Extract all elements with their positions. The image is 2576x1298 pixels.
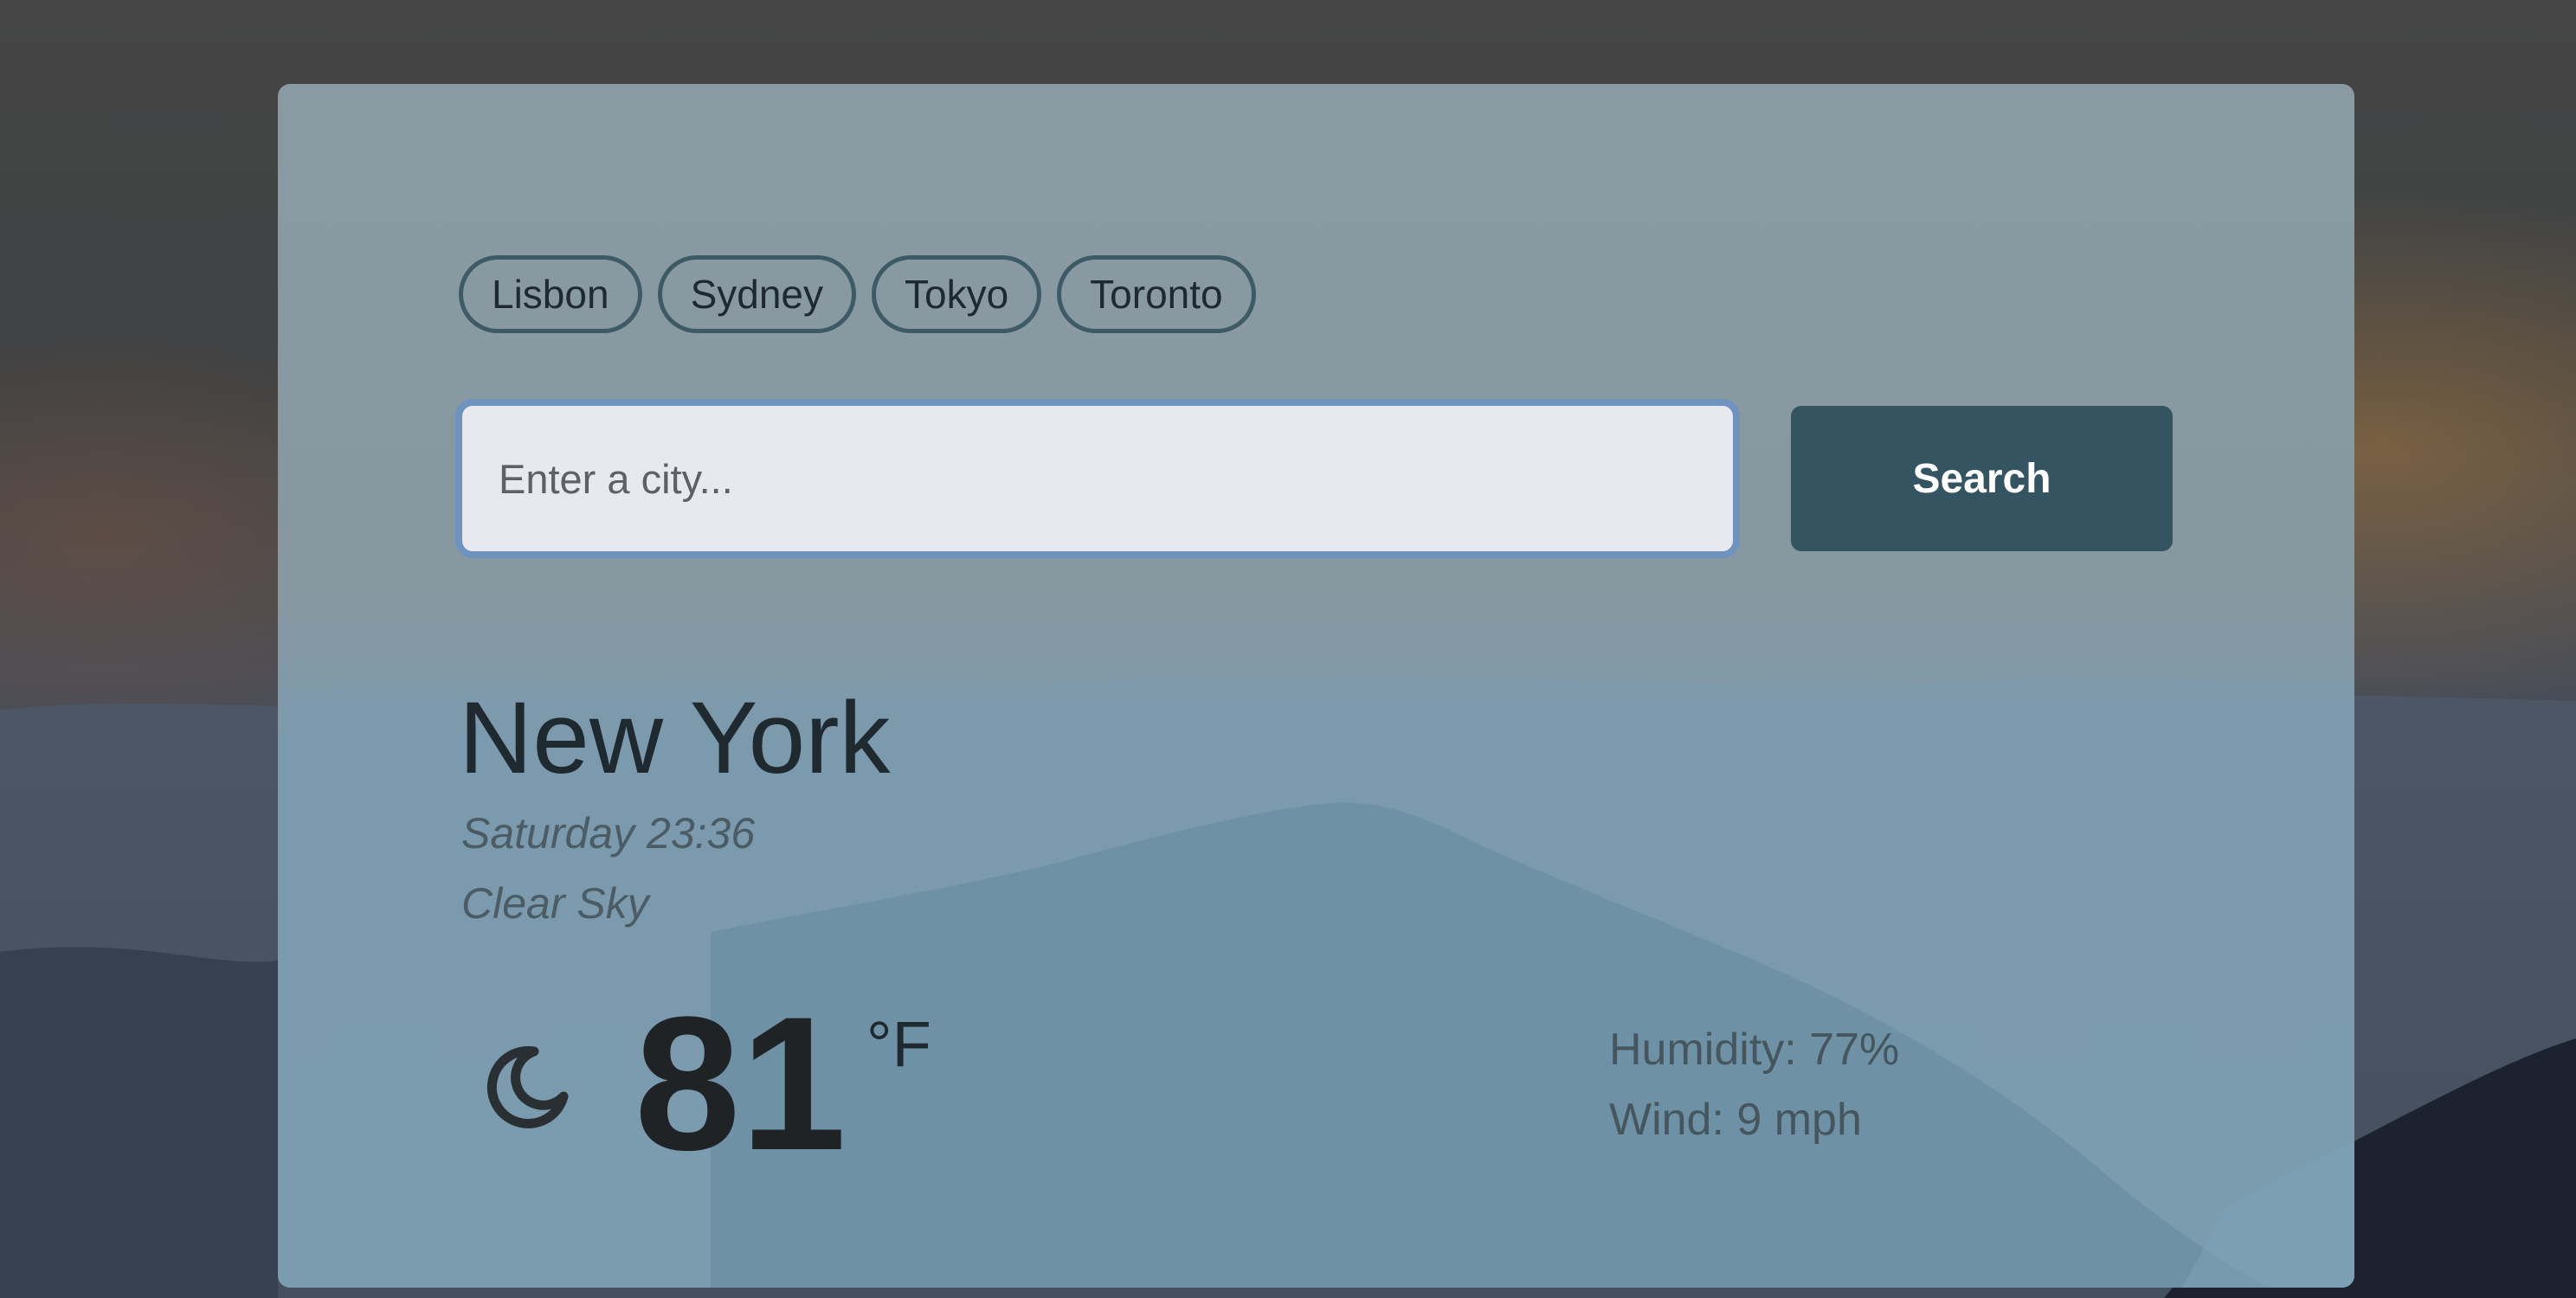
city-name: New York: [459, 681, 891, 795]
city-chip-sydney[interactable]: Sydney: [657, 255, 856, 333]
weather-description: Clear Sky: [461, 879, 649, 928]
wind-readout: Wind: 9 mph: [1609, 1095, 1862, 1145]
quick-city-list: Lisbon Sydney Tokyo Toronto: [459, 255, 1256, 333]
date-time: Saturday 23:36: [461, 809, 756, 858]
city-chip-tokyo[interactable]: Tokyo: [872, 255, 1042, 333]
moon-icon: [486, 1045, 569, 1128]
temperature-value: 81: [634, 977, 847, 1190]
search-button[interactable]: Search: [1791, 406, 2173, 551]
city-chip-toronto[interactable]: Toronto: [1057, 255, 1256, 333]
weather-card: Lisbon Sydney Tokyo Toronto Search New Y…: [278, 84, 2354, 1288]
city-search-input[interactable]: [455, 399, 1740, 558]
city-chip-lisbon[interactable]: Lisbon: [459, 255, 642, 333]
temperature-unit: °F: [866, 1008, 931, 1080]
humidity-readout: Humidity: 77%: [1609, 1025, 1900, 1075]
